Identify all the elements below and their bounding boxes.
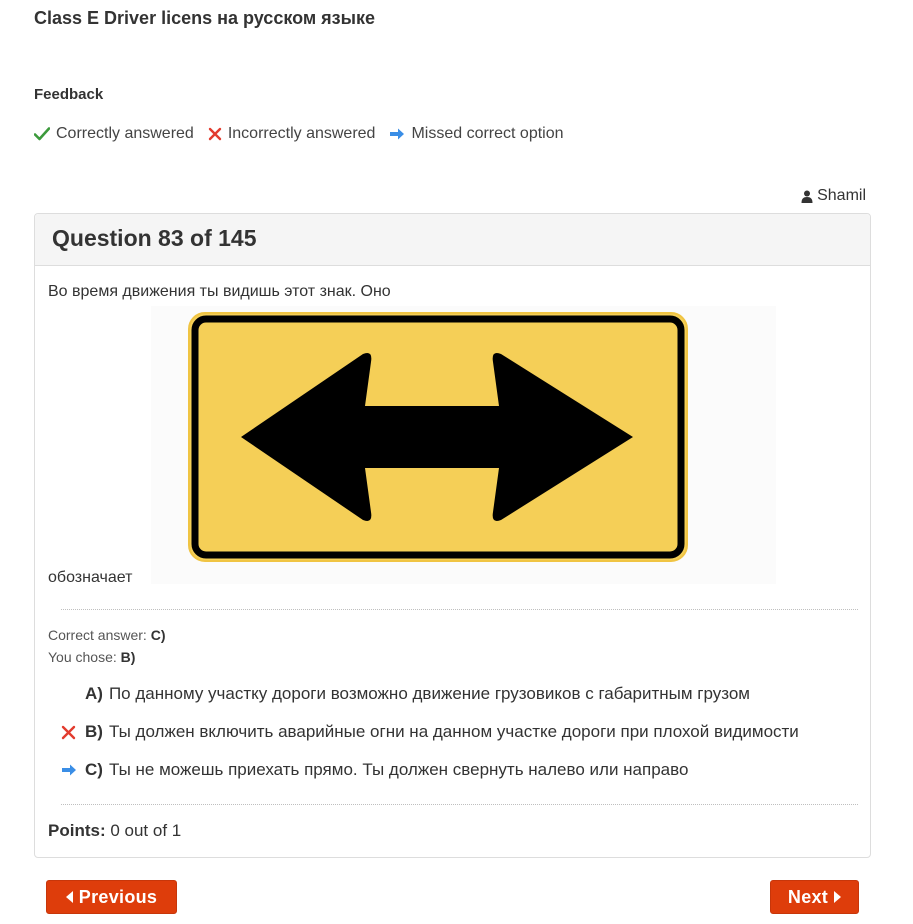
arrow-right-icon: [389, 127, 405, 141]
question-heading: Question 83 of 145: [35, 214, 870, 266]
double-arrow-sign-icon: [188, 312, 688, 562]
question-panel: Question 83 of 145 Во время движения ты …: [34, 213, 871, 858]
user-name: Shamil: [817, 187, 866, 204]
you-chose-label: You chose:: [48, 649, 117, 665]
points-value: 0 out of 1: [110, 821, 182, 840]
option-b-letter: B): [85, 722, 103, 741]
option-a-text: По данному участку дороги возможно движе…: [108, 684, 750, 703]
legend-missed-label: Missed correct option: [411, 125, 564, 142]
question-image: [151, 306, 776, 584]
feedback-legend: Correctly answered Incorrectly answered …: [34, 125, 578, 143]
legend-incorrect-label: Incorrectly answered: [227, 125, 376, 142]
feedback-heading: Feedback: [34, 86, 104, 103]
divider: [61, 804, 858, 805]
legend-correct: Correctly answered: [34, 125, 194, 143]
option-a: A) По данному участку дороги возможно дв…: [61, 684, 750, 704]
option-c: C) Ты не можешь приехать прямо. Ты долже…: [61, 760, 688, 780]
divider: [61, 609, 858, 610]
you-chose-value: B): [120, 649, 136, 665]
arrow-right-icon: [61, 763, 85, 777]
next-button[interactable]: Next: [770, 880, 859, 914]
points-line: Points: 0 out of 1: [48, 821, 181, 841]
previous-label: Previous: [78, 886, 158, 907]
you-chose-line: You chose: B): [48, 649, 135, 665]
caret-right-icon: [834, 891, 842, 903]
question-text-before: Во время движения ты видишь этот знак. О…: [48, 283, 391, 300]
cross-icon: [208, 127, 222, 141]
option-a-letter: A): [85, 684, 103, 703]
option-c-text: Ты не можешь приехать прямо. Ты должен с…: [108, 760, 689, 779]
caret-left-icon: [65, 891, 73, 903]
legend-correct-label: Correctly answered: [56, 125, 194, 142]
legend-missed: Missed correct option: [389, 125, 564, 143]
user-info: Shamil: [801, 187, 866, 205]
question-text-after: обозначает: [48, 569, 133, 586]
correct-answer-label: Correct answer:: [48, 627, 147, 643]
correct-answer-value: C): [150, 627, 166, 643]
correct-answer-line: Correct answer: C): [48, 627, 165, 643]
previous-button[interactable]: Previous: [46, 880, 177, 914]
check-icon: [34, 127, 50, 141]
points-label: Points:: [48, 821, 106, 840]
legend-incorrect: Incorrectly answered: [208, 125, 376, 143]
option-c-letter: C): [85, 760, 103, 779]
next-label: Next: [787, 886, 829, 907]
page-title: Class E Driver licens на русском языке: [34, 8, 376, 28]
option-b-text: Ты должен включить аварийные огни на дан…: [108, 722, 799, 741]
user-icon: [801, 190, 813, 203]
cross-icon: [61, 725, 85, 740]
option-b: B) Ты должен включить аварийные огни на …: [61, 722, 799, 742]
